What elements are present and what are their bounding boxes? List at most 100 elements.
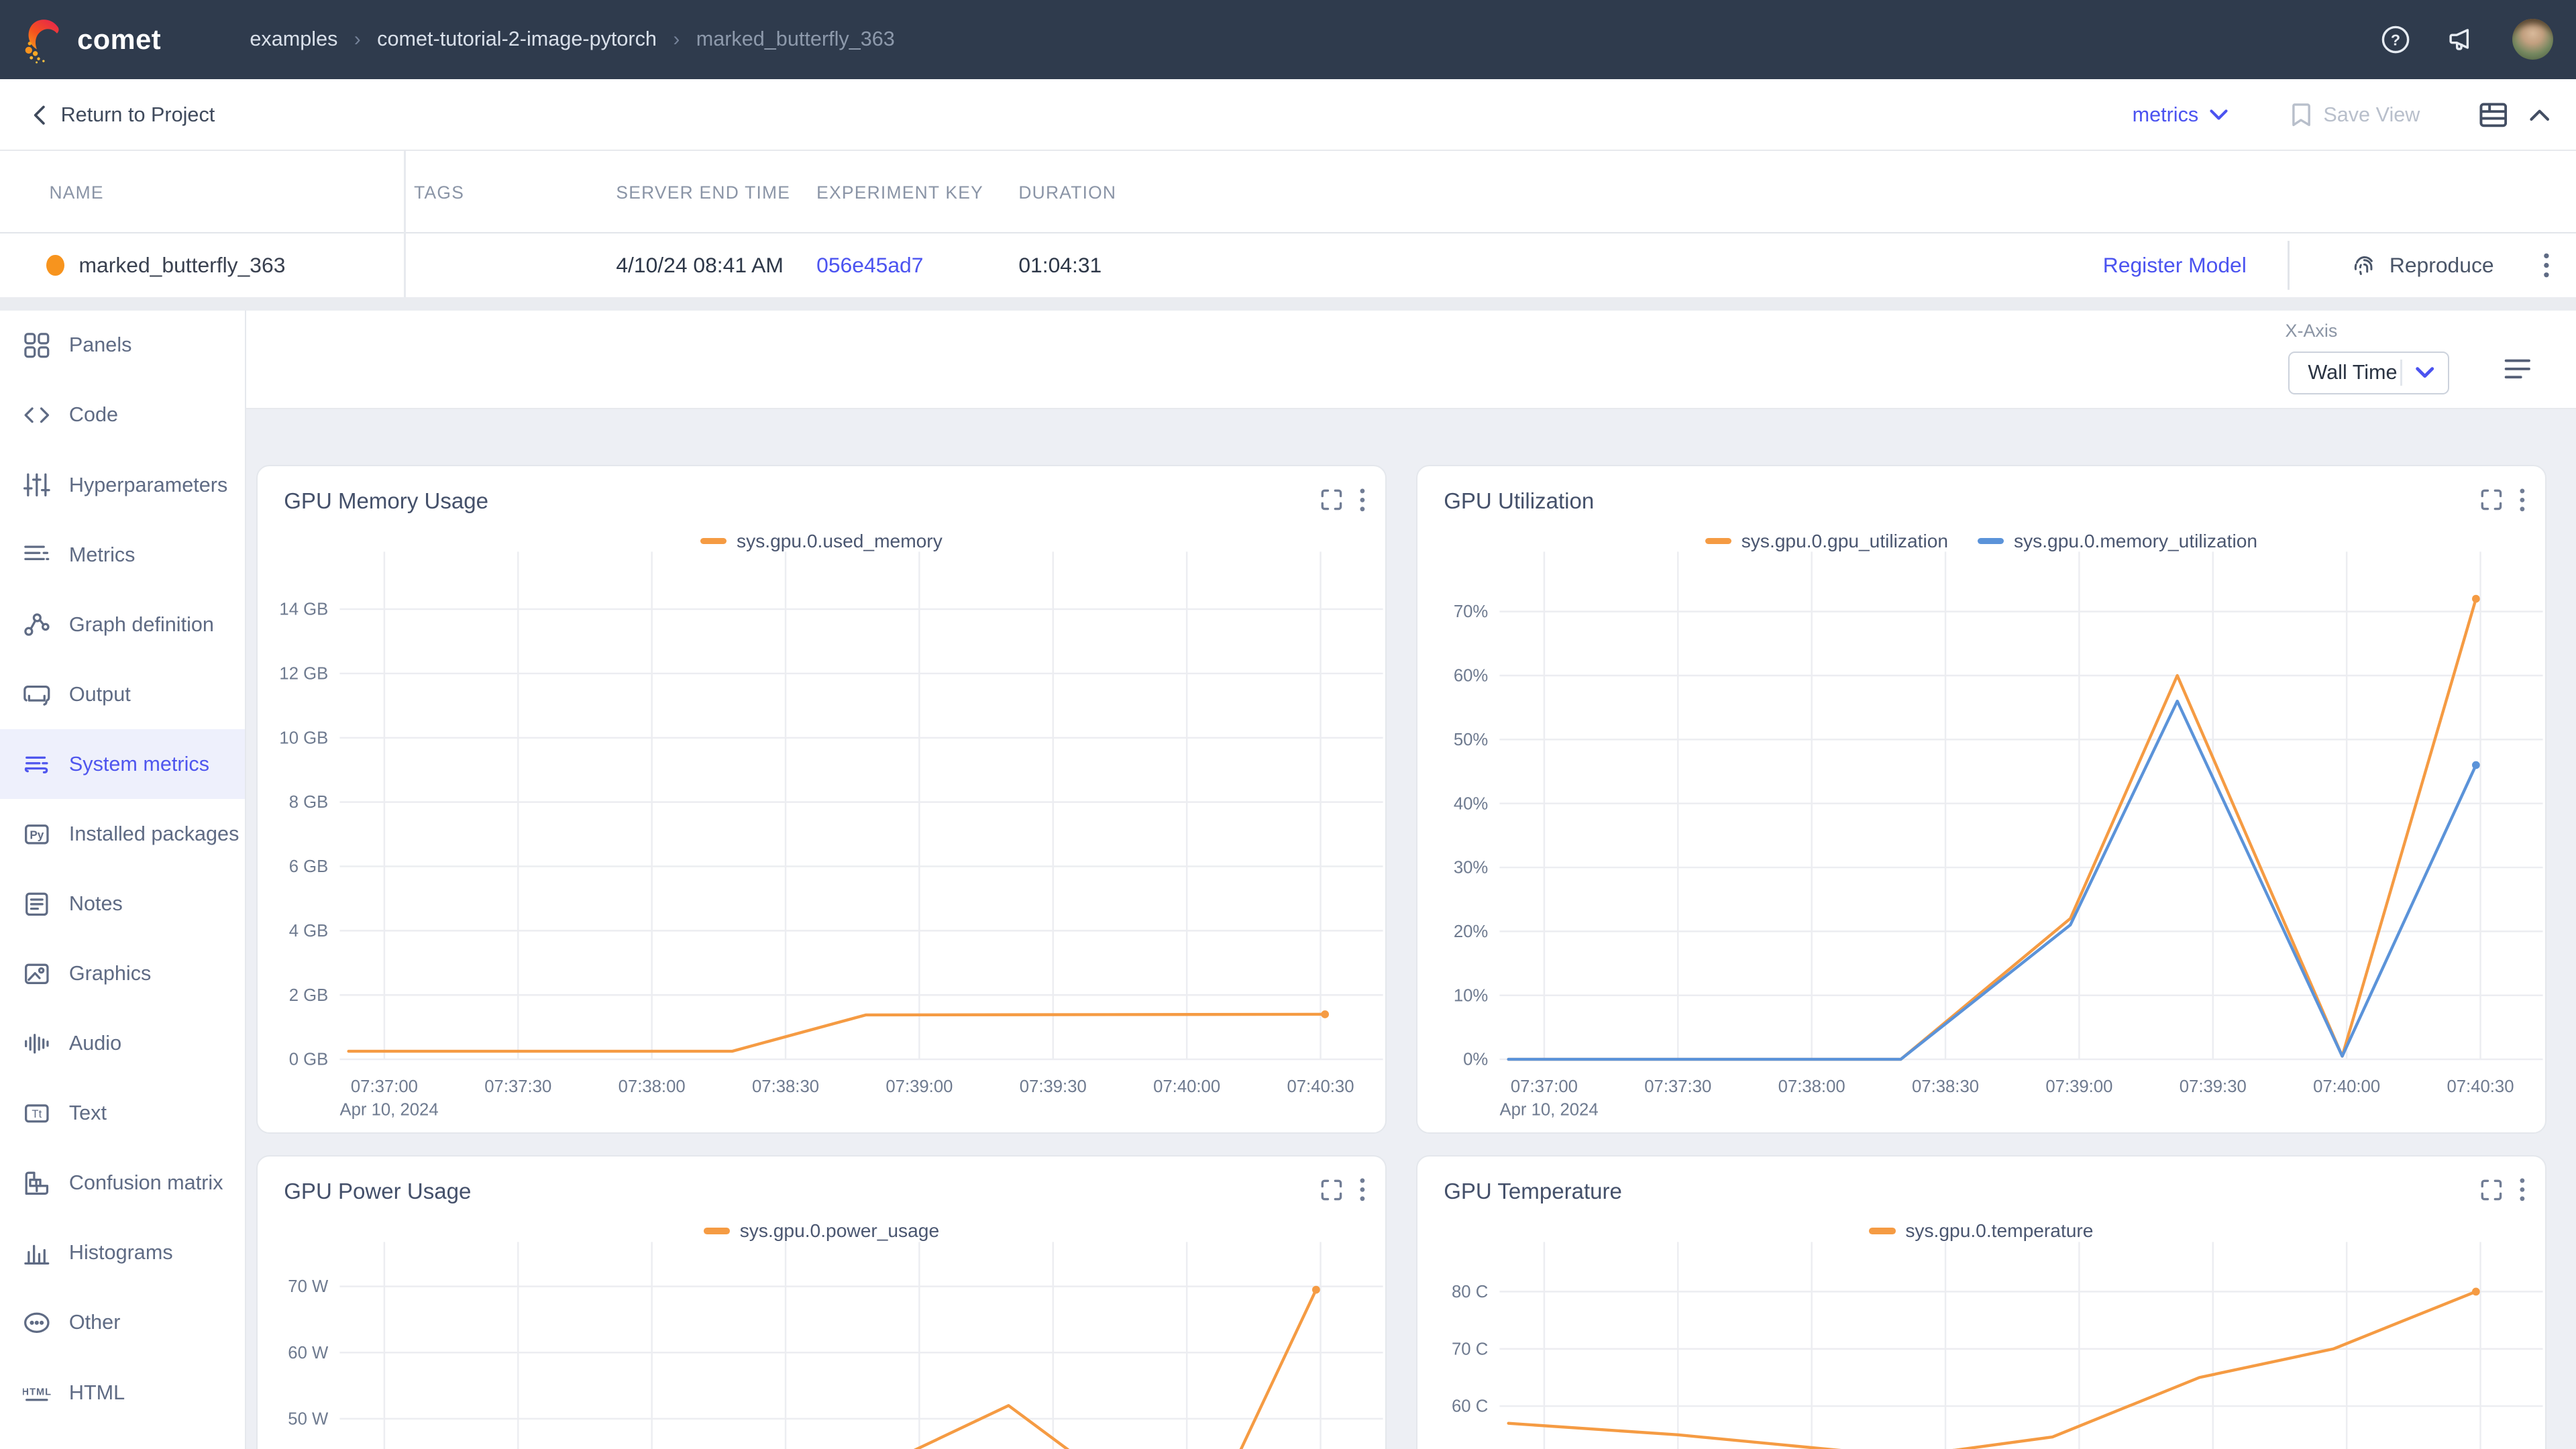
sidebar-item-code[interactable]: Code — [0, 380, 245, 450]
save-view-button[interactable]: Save View — [2290, 103, 2420, 127]
xaxis-dropdown[interactable]: Wall Time — [2288, 352, 2449, 394]
chart-card-actions — [1321, 1177, 1365, 1202]
sidebar-item-other[interactable]: Other — [0, 1288, 245, 1358]
app-screen: comet examples › comet-tutorial-2-image-py… — [0, 0, 2576, 1449]
chart-plot: 0%10%20%30%40%50%60%70%07:37:0007:37:300… — [1417, 466, 2548, 1135]
legend-item[interactable]: sys.gpu.0.gpu_utilization — [1705, 531, 1948, 552]
chart-legend: sys.gpu.0.temperature — [1417, 1220, 2545, 1242]
svg-text:80 C: 80 C — [1452, 1283, 1488, 1301]
breadcrumb-separator: › — [673, 28, 680, 51]
sidebar-item-label: System metrics — [69, 753, 209, 776]
top-bar: comet examples › comet-tutorial-2-image-py… — [0, 0, 2576, 79]
chart-menu-icon[interactable] — [2519, 1177, 2526, 1202]
sidebar-item-label: Code — [69, 403, 118, 427]
sidebar-item-label: Text — [69, 1102, 107, 1125]
chart-menu-icon[interactable] — [1359, 1177, 1366, 1202]
section-divider-band — [0, 297, 2576, 311]
announcements-icon[interactable] — [2447, 25, 2476, 54]
svg-text:50 W: 50 W — [288, 1409, 329, 1428]
duration-value: 01:04:31 — [1018, 253, 1102, 278]
sidebar-item-html[interactable]: HTMLHTML — [0, 1358, 245, 1428]
expand-icon[interactable] — [2481, 489, 2502, 511]
reproduce-button[interactable]: Reproduce — [2352, 252, 2494, 278]
expand-icon[interactable] — [1321, 489, 1342, 511]
bookmark-icon — [2290, 103, 2312, 127]
comet-flame-icon — [23, 15, 66, 64]
legend-swatch — [704, 1228, 730, 1234]
sidebar-item-graph-definition[interactable]: Graph definition — [0, 590, 245, 659]
experiment-row: marked_butterfly_363 4/10/24 08:41 AM 05… — [0, 233, 2576, 298]
sidebar-item-hyperparameters[interactable]: Hyperparameters — [0, 450, 245, 520]
chart-menu-icon[interactable] — [2519, 488, 2526, 513]
expand-icon[interactable] — [2481, 1179, 2502, 1201]
sidebar-item-output[interactable]: Output — [0, 659, 245, 729]
sidebar-item-installed-packages[interactable]: Py Installed packages — [0, 799, 245, 869]
chart-options-button[interactable] — [2504, 358, 2532, 380]
sidebar-item-confusion-matrix[interactable]: Confusion matrix — [0, 1148, 245, 1218]
graph-definition-icon — [23, 610, 51, 639]
svg-text:Py: Py — [30, 828, 44, 841]
svg-text:07:37:00: 07:37:00 — [1511, 1077, 1578, 1096]
chart-card-actions — [2481, 488, 2525, 513]
comet-logo[interactable]: comet — [23, 15, 161, 64]
dropdown-chevron — [2415, 366, 2434, 380]
legend-item[interactable]: sys.gpu.0.power_usage — [704, 1220, 939, 1242]
sidebar-item-audio[interactable]: Audio — [0, 1009, 245, 1079]
expand-icon[interactable] — [1321, 1179, 1342, 1201]
sidebar-item-notes[interactable]: Notes — [0, 869, 245, 938]
chart-card-actions — [2481, 1177, 2525, 1202]
return-to-project-link[interactable]: Return to Project — [33, 79, 215, 152]
svg-text:60 C: 60 C — [1452, 1397, 1488, 1415]
svg-text:07:38:30: 07:38:30 — [1912, 1077, 1979, 1096]
menu-lines-icon — [2504, 358, 2532, 380]
svg-text:30%: 30% — [1454, 859, 1488, 877]
svg-text:Apr 10, 2024: Apr 10, 2024 — [339, 1100, 438, 1119]
sidebar-item-panels[interactable]: Panels — [0, 311, 245, 380]
legend-item[interactable]: sys.gpu.0.used_memory — [700, 531, 943, 552]
audio-icon — [23, 1030, 51, 1058]
table-view-button[interactable] — [2479, 103, 2508, 127]
experiment-table-header: NAME TAGS SERVER END TIME EXPERIMENT KEY… — [0, 151, 2576, 233]
legend-item[interactable]: sys.gpu.0.temperature — [1869, 1220, 2093, 1242]
legend-swatch — [1869, 1228, 1895, 1234]
svg-text:50%: 50% — [1454, 731, 1488, 749]
breadcrumb-separator: › — [354, 28, 361, 51]
experiment-key-link[interactable]: 056e45ad7 — [816, 253, 923, 278]
sidebar-item-histograms[interactable]: Histograms — [0, 1218, 245, 1288]
column-header-duration: DURATION — [1018, 182, 1116, 203]
row-menu-button[interactable] — [2543, 252, 2550, 278]
fingerprint-icon — [2352, 252, 2377, 278]
svg-text:07:37:30: 07:37:30 — [1644, 1077, 1711, 1096]
legend-item[interactable]: sys.gpu.0.memory_utilization — [1978, 531, 2257, 552]
sidebar-item-label: Panels — [69, 333, 132, 357]
chart-menu-icon[interactable] — [1359, 488, 1366, 513]
svg-text:60 W: 60 W — [288, 1343, 329, 1362]
column-header-experiment-key: EXPERIMENT KEY — [816, 182, 983, 203]
sidebar-item-label: Metrics — [69, 543, 136, 567]
chart-card-gpu-temperature: 0 C10 C20 C30 C40 C50 C60 C70 C80 C07:37… — [1416, 1155, 2546, 1449]
svg-text:60%: 60% — [1454, 667, 1488, 686]
sidebar-item-text[interactable]: TtText — [0, 1079, 245, 1148]
sidebar-item-label: Installed packages — [69, 822, 239, 846]
collapse-header-button[interactable] — [2530, 109, 2549, 122]
sidebar-item-graphics[interactable]: Graphics — [0, 939, 245, 1009]
sidebar-item-system-metrics[interactable]: System metrics — [0, 729, 245, 799]
experiment-name-link[interactable]: marked_butterfly_363 — [79, 253, 286, 278]
breadcrumb-item[interactable]: marked_butterfly_363 — [696, 28, 895, 51]
breadcrumb-item[interactable]: examples — [250, 28, 337, 51]
svg-text:07:38:00: 07:38:00 — [619, 1077, 686, 1096]
sidebar-item-label: Notes — [69, 892, 123, 916]
legend-label: sys.gpu.0.memory_utilization — [2014, 531, 2257, 552]
chart-card-gpu-memory-usage: 0 GB2 GB4 GB6 GB8 GB10 GB12 GB14 GB07:37… — [256, 465, 1387, 1134]
breadcrumb-item[interactable]: comet-tutorial-2-image-pytorch — [377, 28, 657, 51]
charts-grid: 0 GB2 GB4 GB6 GB8 GB10 GB12 GB14 GB07:37… — [246, 409, 2576, 1449]
svg-text:07:37:00: 07:37:00 — [351, 1077, 418, 1096]
user-avatar[interactable] — [2512, 19, 2553, 60]
view-dropdown[interactable]: metrics — [2133, 103, 2229, 127]
xaxis-label: X-Axis — [2286, 321, 2338, 341]
sidebar-item-metrics[interactable]: Metrics — [0, 520, 245, 590]
svg-text:07:39:30: 07:39:30 — [2180, 1077, 2247, 1096]
chart-title: GPU Temperature — [1444, 1179, 1622, 1205]
register-model-button[interactable]: Register Model — [2103, 253, 2247, 278]
help-icon[interactable]: ? — [2381, 25, 2410, 54]
